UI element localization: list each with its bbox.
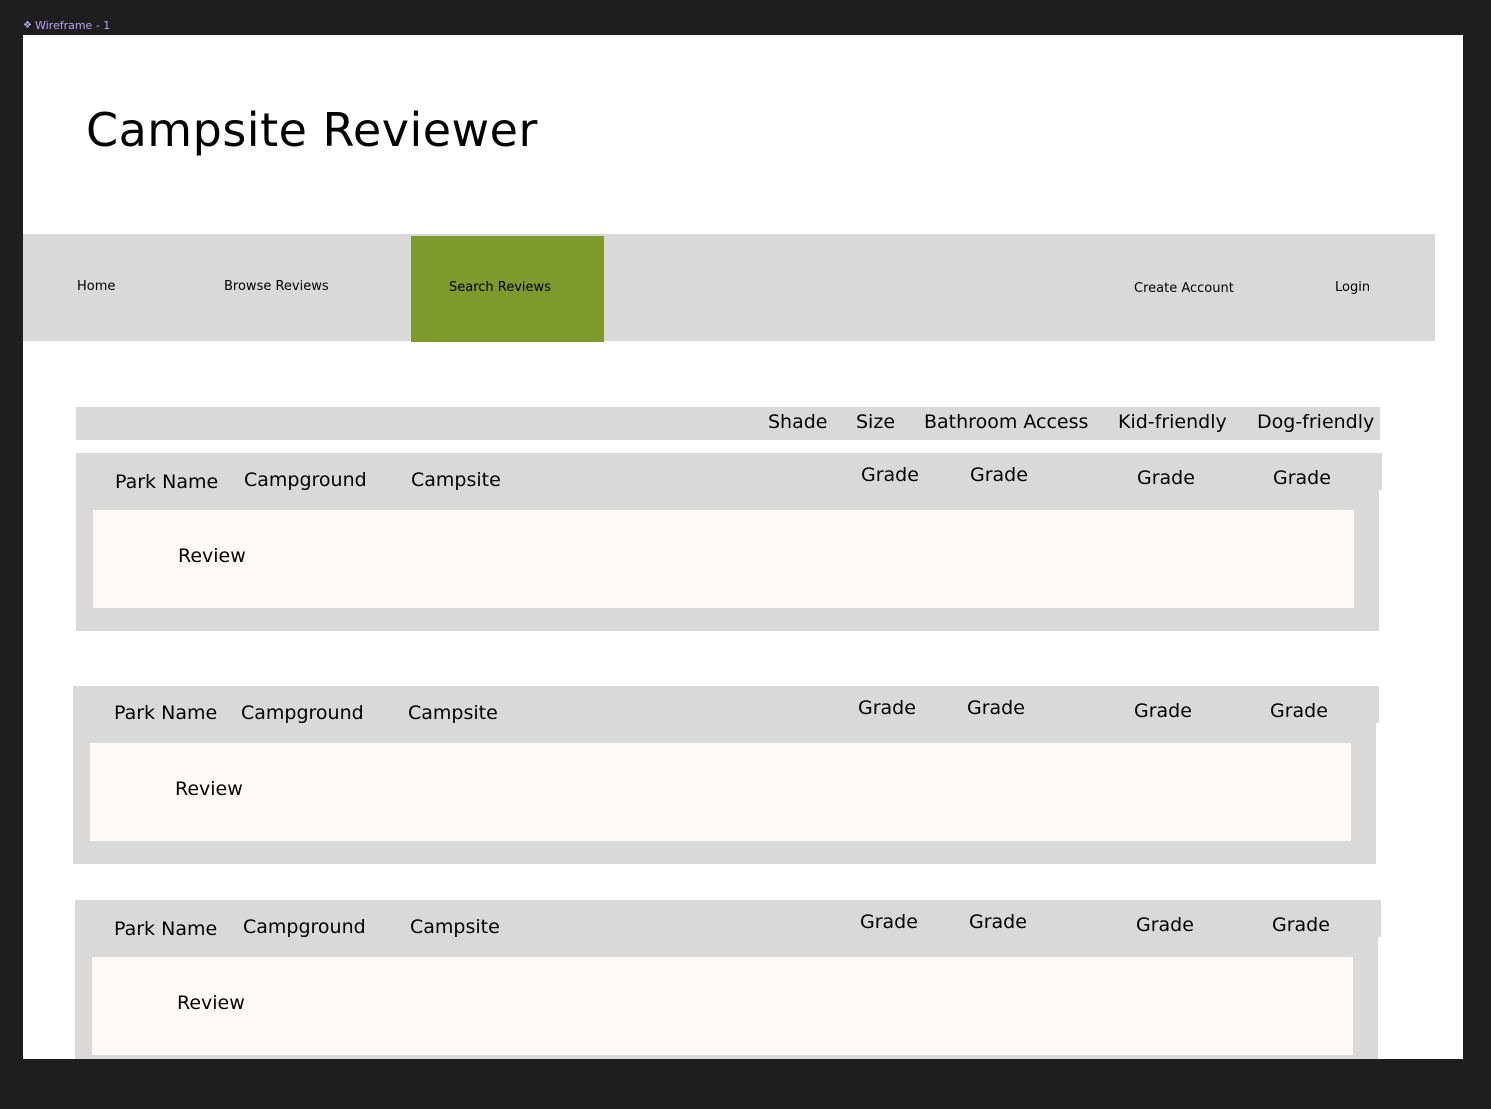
page-title: Campsite Reviewer [86, 103, 538, 157]
review-box: Review [93, 510, 1354, 608]
campground: Campground [244, 469, 367, 491]
review-text: Review [177, 992, 245, 1014]
park-name: Park Name [114, 702, 218, 724]
frame-label[interactable]: ❖ Wireframe - 1 [23, 19, 110, 32]
nav-search-reviews-label: Search Reviews [449, 280, 551, 295]
review-card[interactable]: Park Name Campground Campsite Grade Grad… [75, 900, 1381, 1059]
grade-size: Grade [967, 697, 1025, 719]
grade-kid-friendly: Grade [1137, 467, 1195, 489]
campsite: Campsite [411, 469, 501, 491]
frame-icon: ❖ [23, 20, 32, 31]
grade-kid-friendly: Grade [1134, 700, 1192, 722]
filter-bathroom-access[interactable]: Bathroom Access [924, 411, 1088, 433]
nav-login[interactable]: Login [1335, 280, 1370, 295]
card-edge-notch [1376, 723, 1379, 864]
filter-shade[interactable]: Shade [768, 411, 828, 433]
nav-create-account[interactable]: Create Account [1134, 281, 1234, 296]
campsite: Campsite [410, 916, 500, 938]
filter-size[interactable]: Size [856, 411, 895, 433]
review-card[interactable]: Park Name Campground Campsite Grade Grad… [76, 453, 1382, 631]
grade-size: Grade [970, 464, 1028, 486]
grade-dog-friendly: Grade [1273, 467, 1331, 489]
card-edge-notch [1379, 490, 1382, 631]
grade-shade: Grade [860, 911, 918, 933]
nav-browse-reviews[interactable]: Browse Reviews [224, 279, 329, 294]
frame-label-text: Wireframe - 1 [34, 19, 111, 32]
review-box: Review [90, 743, 1351, 841]
wireframe-canvas: Campsite Reviewer Home Browse Reviews Se… [23, 35, 1463, 1059]
card-edge-notch [1378, 937, 1381, 1059]
grade-shade: Grade [861, 464, 919, 486]
filter-dog-friendly[interactable]: Dog-friendly [1257, 411, 1374, 433]
campground: Campground [243, 916, 366, 938]
campground: Campground [241, 702, 364, 724]
review-card[interactable]: Park Name Campground Campsite Grade Grad… [73, 686, 1379, 864]
grade-dog-friendly: Grade [1272, 914, 1330, 936]
review-text: Review [178, 545, 246, 567]
grade-kid-friendly: Grade [1136, 914, 1194, 936]
nav-search-reviews[interactable]: Search Reviews [411, 236, 604, 342]
review-box: Review [92, 957, 1353, 1055]
grade-shade: Grade [858, 697, 916, 719]
grade-dog-friendly: Grade [1270, 700, 1328, 722]
review-text: Review [175, 778, 243, 800]
nav-bar: Home Browse Reviews Search Reviews Creat… [23, 234, 1435, 342]
grade-size: Grade [969, 911, 1027, 933]
campsite: Campsite [408, 702, 498, 724]
park-name: Park Name [115, 471, 219, 493]
filter-kid-friendly[interactable]: Kid-friendly [1118, 411, 1227, 433]
nav-home[interactable]: Home [77, 279, 115, 294]
park-name: Park Name [114, 918, 218, 940]
filter-bar: Shade Size Bathroom Access Kid-friendly … [76, 407, 1380, 440]
